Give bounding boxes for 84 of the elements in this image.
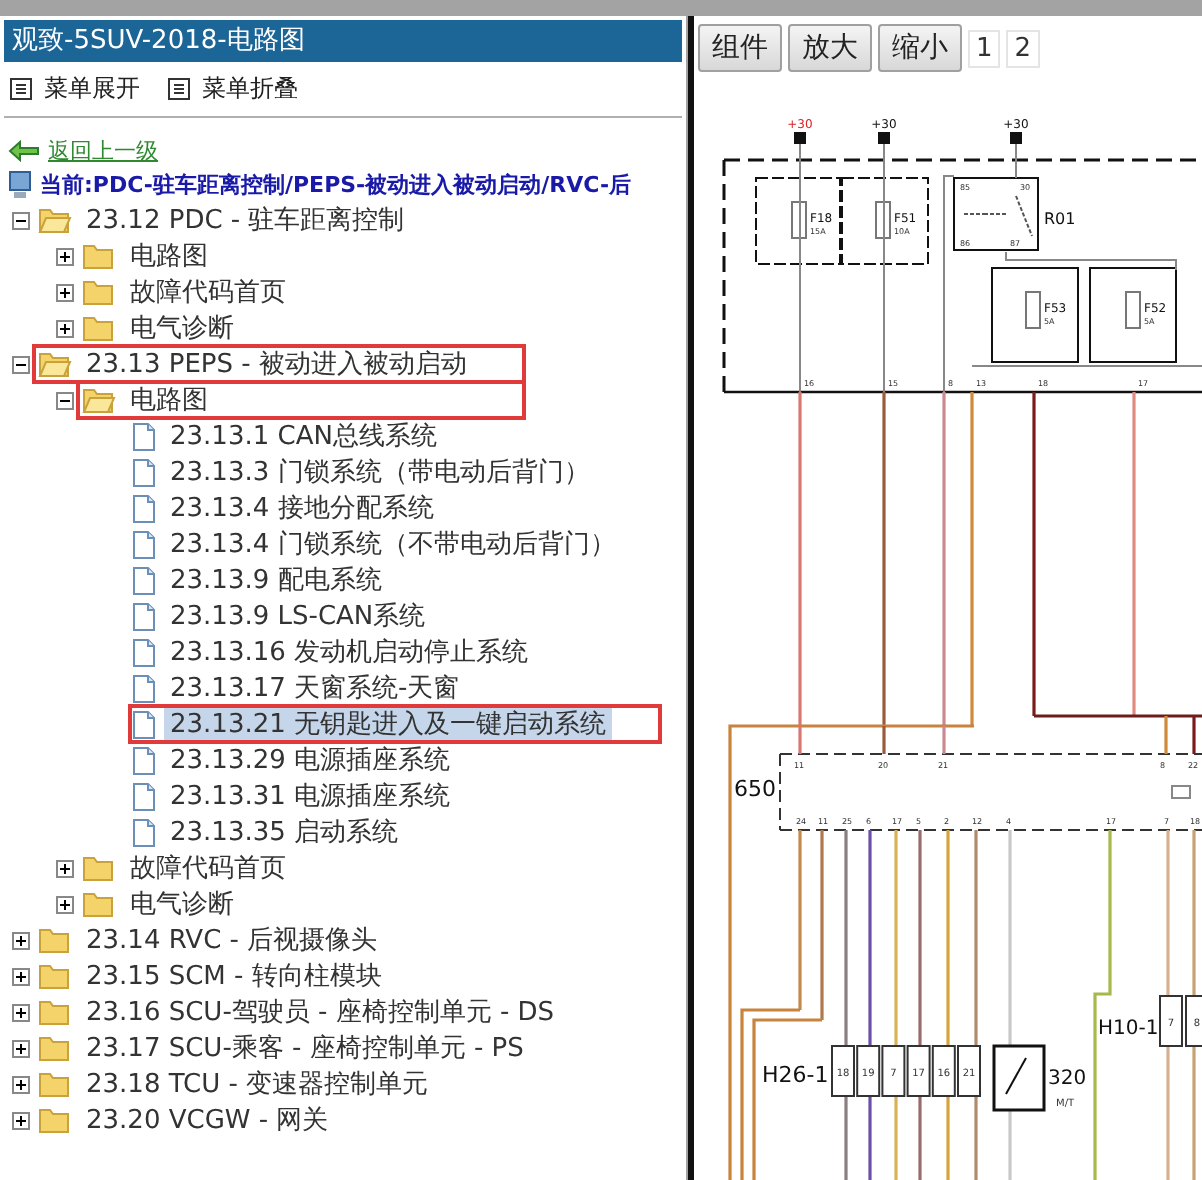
tree-item[interactable]: 23.13.3 门锁系统（带电动后背门） [164,454,596,490]
module-label: 650 [734,776,776,802]
tree-item[interactable]: 23.15 SCM - 转向柱模块 [80,958,388,994]
menu-link[interactable]: 菜单折叠 [168,72,298,106]
tree-item[interactable]: 23.13.17 天窗系统-天窗 [164,670,466,706]
toolbar-button[interactable]: 组件 [698,24,782,72]
folder-icon [38,1034,72,1062]
folder-icon [82,314,116,342]
tree-item[interactable]: 23.13.9 LS-CAN系统 [164,598,432,634]
expand-icon[interactable] [12,931,30,949]
document-icon [132,781,156,811]
menu-list-icon [168,78,190,100]
back-arrow-icon [8,140,40,162]
document-icon [132,565,156,595]
tree-item[interactable]: 23.17 SCU-乘客 - 座椅控制单元 - PS [80,1030,530,1066]
tree-item[interactable]: 23.13.35 启动系统 [164,814,405,850]
tree-item[interactable]: 23.13 PEPS - 被动进入被动启动 [80,346,473,382]
document-icon [132,601,156,631]
connector-label: H26-1 [762,1062,829,1088]
menu-list-icon [10,78,32,100]
tree-item[interactable]: 23.12 PDC - 驻车距离控制 [80,202,411,238]
expand-icon[interactable] [12,1111,30,1129]
folder-icon [82,278,116,306]
expand-icon[interactable] [56,859,74,877]
tree-item[interactable]: 23.13.4 门锁系统（不带电动后背门） [164,526,622,562]
tree-item[interactable]: 23.13.29 电源插座系统 [164,742,457,778]
open-folder-icon [38,350,72,378]
tree-item[interactable]: 23.13.1 CAN总线系统 [164,418,443,454]
document-icon [132,673,156,703]
toolbar-button[interactable]: 缩小 [878,24,962,72]
folder-icon [38,962,72,990]
document-icon [132,457,156,487]
tree-item[interactable]: 23.18 TCU - 变速器控制单元 [80,1066,435,1102]
page-link[interactable]: 1 [968,29,1001,67]
tree-item[interactable]: 23.16 SCU-驾驶员 - 座椅控制单元 - DS [80,994,561,1030]
document-icon [132,637,156,667]
open-folder-icon [82,386,116,414]
tree-item[interactable]: 23.13.9 配电系统 [164,562,388,598]
tree-item[interactable]: 23.13.16 发动机启动停止系统 [164,634,535,670]
expand-icon[interactable] [56,247,74,265]
expand-icon[interactable] [12,967,30,985]
tree-item[interactable]: 电气诊断 [124,886,240,922]
expand-icon[interactable] [56,283,74,301]
document-icon [132,421,156,451]
tree-item[interactable]: 故障代码首页 [124,850,292,886]
folder-icon [38,998,72,1026]
open-folder-icon [38,206,72,234]
breadcrumb-text: 当前:PDC-驻车距离控制/PEPS-被动进入被动启动/RVC-后 [40,170,632,200]
expand-icon[interactable] [12,1075,30,1093]
switch-label: 320 [1048,1068,1087,1090]
tree-item[interactable]: 电路图 [124,382,214,418]
tree-item[interactable]: 电气诊断 [124,310,240,346]
page-link[interactable]: 2 [1006,29,1040,67]
document-icon [132,709,156,739]
collapse-icon[interactable] [12,211,30,229]
tree-item[interactable]: 23.14 RVC - 后视摄像头 [80,922,384,958]
folder-icon [82,242,116,270]
menu-link[interactable]: 菜单展开 [10,72,140,106]
expand-icon[interactable] [12,1039,30,1057]
document-icon [132,817,156,847]
document-icon [132,745,156,775]
tree-item[interactable]: 故障代码首页 [124,274,292,310]
tree-item[interactable]: 23.20 VCGW - 网关 [80,1102,335,1138]
connector-label: H10-1 [1098,1018,1159,1040]
window-title: 观致-5SUV-2018-电路图 [4,20,682,62]
toolbar-button[interactable]: 放大 [788,24,872,72]
relay-label: R01 [1044,210,1076,228]
collapse-icon[interactable] [56,391,74,409]
document-icon [132,529,156,559]
folder-icon [82,890,116,918]
tree-item[interactable]: 23.13.31 电源插座系统 [164,778,457,814]
folder-icon [38,1070,72,1098]
document-icon [132,493,156,523]
tree-item[interactable]: 电路图 [124,238,214,274]
tree-item[interactable]: 23.13.4 接地分配系统 [164,490,440,526]
expand-icon[interactable] [12,1003,30,1021]
expand-icon[interactable] [56,319,74,337]
folder-icon [38,1106,72,1134]
computer-icon [8,170,32,200]
folder-icon [38,926,72,954]
folder-icon [82,854,116,882]
expand-icon[interactable] [56,895,74,913]
back-link[interactable]: 返回上一级 [48,136,158,166]
collapse-icon[interactable] [12,355,30,373]
